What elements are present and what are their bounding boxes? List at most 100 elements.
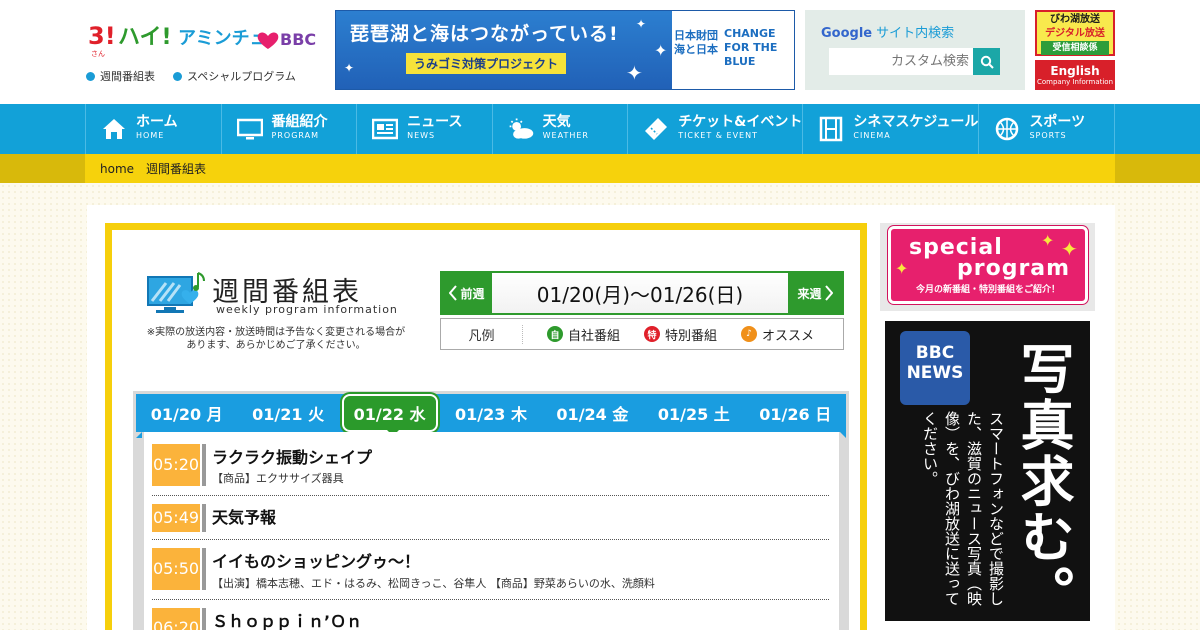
legend-text: オススメ	[762, 328, 815, 344]
global-nav: ホーム HOME 番組紹介 PROGRAM ニュース NEWS 天気 WEATHER チ…	[0, 104, 1200, 154]
program-row[interactable]: 06:20 Ｓｈｏｐｐｉｎ’Ｏｎ	[152, 600, 829, 630]
program-time: 05:50	[152, 548, 200, 590]
own-program-badge-icon: 自	[547, 326, 563, 342]
program-title: 天気予報	[212, 508, 277, 527]
english-link[interactable]: English Company Information	[1035, 60, 1115, 90]
next-week-label: 来週	[797, 286, 822, 301]
program-time: 05:49	[152, 504, 200, 532]
banner-subline: うみゴミ対策プロジェクト	[406, 53, 567, 74]
bbc-news-photo-banner[interactable]: BBC NEWS スマートフォンなどで撮影した、滋賀のニュース写真（映像）を、び…	[885, 321, 1090, 621]
svg-text:アミンチュ: アミンチュ	[178, 28, 268, 49]
special-program-badge-icon: 特	[644, 326, 661, 342]
program-time: 05:20	[152, 444, 200, 486]
sublink-weekly[interactable]: 週間番組表	[86, 68, 155, 84]
svg-text:BBC: BBC	[280, 30, 316, 49]
sublink-special[interactable]: スペシャルプログラム	[173, 68, 296, 84]
nav-label: 番組紹介	[271, 114, 328, 130]
search-icon	[980, 55, 994, 69]
bbc-news-logo: BBC NEWS	[900, 331, 970, 405]
breadcrumb-home[interactable]: home	[100, 162, 134, 176]
breadcrumb-current: 週間番組表	[146, 162, 207, 176]
page-title-en: weekly program information	[216, 303, 398, 316]
nav-sublabel: PROGRAM	[271, 131, 320, 140]
search-button[interactable]	[973, 48, 1000, 75]
day-tabs: 01/20 月 01/21 火 01/22 水 01/23 木 01/24 金 …	[136, 394, 846, 432]
tab-day-0120[interactable]: 01/20 月	[136, 401, 237, 425]
program-row[interactable]: 05:20 ラクラク振動シェイプ 【商品】エクササイズ器具	[152, 442, 829, 496]
umigomi-banner[interactable]: ✦ ✦ ✦ ✦ 琵琶湖と海はつながっている! うみゴミ対策プロジェクト 日本財団…	[335, 10, 795, 90]
english-sub: Company Information	[1036, 78, 1114, 86]
program-row[interactable]: 05:49 天気予報	[152, 496, 829, 540]
tab-day-0124[interactable]: 01/24 金	[542, 401, 643, 425]
bullet-icon	[86, 71, 95, 81]
newspaper-icon	[371, 115, 399, 143]
sparkle-icon: ✦	[1041, 231, 1055, 250]
nav-sublabel: HOME	[136, 131, 165, 140]
ticket-icon	[642, 115, 670, 143]
search-input[interactable]	[829, 48, 975, 75]
banner-change-blue: CHANGE FOR THE BLUE	[724, 27, 778, 68]
svg-text:3!: 3!	[88, 22, 116, 50]
digital-line1: びわ湖放送	[1050, 14, 1100, 25]
star-icon: ✦	[626, 61, 643, 85]
corner-decoration	[840, 432, 846, 438]
tab-day-0125[interactable]: 01/25 土	[643, 401, 744, 425]
banner-headline: 琵琶湖と海はつながっている!	[350, 23, 619, 45]
nav-news[interactable]: ニュース NEWS	[356, 104, 492, 154]
legend-item-own: 自 自社番組	[547, 325, 620, 344]
film-icon	[817, 115, 845, 143]
special-caption: 今月の新番組・特別番組をご紹介！	[915, 285, 1060, 295]
nav-sports[interactable]: スポーツ SPORTS	[978, 104, 1115, 154]
digital-reception-link[interactable]: びわ湖放送 デジタル放送 受信相談係	[1035, 10, 1115, 56]
nav-home[interactable]: ホーム HOME	[85, 104, 221, 154]
recommend-badge-icon: ♪	[741, 326, 758, 342]
nav-weather[interactable]: 天気 WEATHER	[491, 104, 628, 154]
nav-cinema[interactable]: シネマスケジュール CINEMA	[802, 104, 978, 154]
legend: 凡例 自 自社番組 特 特別番組 ♪ オススメ	[440, 318, 844, 350]
nav-sublabel: TICKET & EVENT	[678, 131, 758, 140]
site-logo[interactable]: 3! ハイ! アミンチュ BBC さん	[88, 14, 318, 58]
next-week-button[interactable]: 来週	[788, 273, 842, 313]
nav-label: ホーム	[136, 114, 178, 130]
corner-decoration	[136, 432, 142, 438]
program-divider	[202, 444, 206, 486]
tab-day-0121[interactable]: 01/21 火	[237, 401, 338, 425]
special-program-banner[interactable]: special program 今月の新番組・特別番組をご紹介！ ✦ ✦ ✦	[888, 226, 1088, 304]
news-ad-subtext: スマートフォンなどで撮影した、滋賀のニュース写真（映像）を、びわ湖放送に送ってく…	[921, 411, 1005, 606]
program-desc: 【出演】橋本志穂、エド・はるみ、松岡きっこ、谷隼人 【商品】野菜あらいの水、洗顔…	[212, 577, 655, 590]
star-icon: ✦	[636, 17, 647, 31]
weather-icon	[507, 115, 535, 143]
prev-week-button[interactable]: 前週	[442, 273, 492, 313]
nav-program[interactable]: 番組紹介 PROGRAM	[220, 104, 357, 154]
chevron-right-icon	[824, 285, 833, 301]
search-label: サイト内検索	[876, 26, 955, 41]
nav-sublabel: SPORTS	[1029, 131, 1067, 140]
svg-text:ハイ!: ハイ!	[118, 25, 172, 50]
nav-label: 天気	[542, 114, 571, 130]
legend-title: 凡例	[441, 324, 523, 344]
google-label: Google	[821, 26, 873, 41]
header: 3! ハイ! アミンチュ BBC さん 週間番組表 スペシャルプログラム ✦ ✦…	[0, 0, 1200, 104]
nav-sublabel: NEWS	[407, 131, 436, 140]
tab-day-0126[interactable]: 01/26 日	[745, 401, 846, 425]
week-range: 01/20(月)～01/26(日)	[492, 273, 788, 313]
nav-label: チケット&イベント	[678, 114, 803, 130]
tv-heart-icon	[146, 271, 208, 315]
tab-day-0122[interactable]: 01/22 水	[339, 394, 440, 432]
chevron-left-icon	[449, 285, 458, 301]
program-time: 06:20	[152, 608, 200, 630]
search-title: Google サイト内検索	[821, 22, 954, 41]
digital-line2: デジタル放送	[1045, 28, 1105, 39]
site-search: Google サイト内検索	[805, 10, 1025, 90]
nav-ticket[interactable]: チケット&イベント TICKET & EVENT	[627, 104, 802, 154]
legend-item-special: 特 特別番組	[644, 325, 717, 344]
schedule-note: ※実際の放送内容・放送時間は予告なく変更される場合があります、あらかじめご了承く…	[146, 327, 406, 351]
tv-icon	[236, 115, 264, 143]
tab-day-0123[interactable]: 01/23 木	[440, 401, 541, 425]
program-divider	[202, 548, 206, 590]
program-row[interactable]: 05:50 イイものショッピングゥ～！ 【出演】橋本志穂、エド・はるみ、松岡きっ…	[152, 540, 829, 600]
program-divider	[202, 608, 206, 630]
legend-text: 自社番組	[568, 328, 621, 344]
nav-label: シネマスケジュール	[853, 114, 979, 130]
program-list: 05:20 ラクラク振動シェイプ 【商品】エクササイズ器具 05:49 天気予報…	[144, 432, 839, 630]
